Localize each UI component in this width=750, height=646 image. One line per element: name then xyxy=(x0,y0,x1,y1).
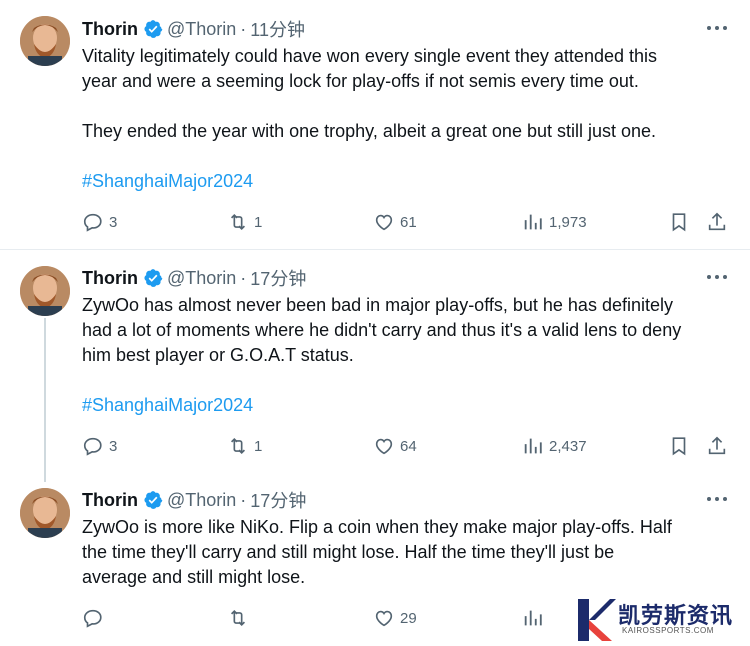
heart-icon xyxy=(375,438,393,455)
more-options-icon[interactable] xyxy=(707,495,729,503)
views-button[interactable]: 2,437 xyxy=(522,434,587,458)
bookmark-icon xyxy=(672,213,686,232)
view-count: 2,437 xyxy=(549,437,587,455)
separator-dot: · xyxy=(240,18,247,39)
verified-badge-icon xyxy=(144,20,163,38)
avatar[interactable] xyxy=(20,16,70,66)
reply-icon xyxy=(83,213,102,232)
display-name[interactable]: Thorin xyxy=(82,19,138,40)
share-button[interactable] xyxy=(706,210,733,234)
action-bar: 3 1 61 1,973 xyxy=(82,210,732,234)
separator-dot: · xyxy=(240,267,247,288)
like-button[interactable]: 64 xyxy=(373,434,417,458)
watermark-subtitle: KAIROSSPORTS.COM xyxy=(622,626,714,635)
reply-button[interactable] xyxy=(82,606,109,630)
avatar[interactable] xyxy=(20,488,70,538)
bookmark-button[interactable] xyxy=(668,434,695,458)
tweet-1[interactable]: Thorin @Thorin · 11分钟 Vitality legitimat… xyxy=(0,0,750,249)
reply-count: 3 xyxy=(109,213,118,231)
like-count: 64 xyxy=(400,437,417,455)
display-name[interactable]: Thorin xyxy=(82,490,138,511)
avatar[interactable] xyxy=(20,266,70,316)
tweet-text: ZywOo has almost never been bad in major… xyxy=(82,295,682,365)
tweet-text: Vitality legitimately could have won eve… xyxy=(82,46,657,141)
verified-badge-icon xyxy=(144,269,163,287)
more-options-icon[interactable] xyxy=(707,24,729,32)
share-icon xyxy=(708,436,726,455)
verified-badge-icon xyxy=(144,491,163,509)
timestamp[interactable]: 17分钟 xyxy=(250,487,306,513)
hashtag-link[interactable]: #ShanghaiMajor2024 xyxy=(82,393,253,418)
analytics-icon xyxy=(524,214,542,230)
like-count: 29 xyxy=(400,609,417,627)
watermark-k-icon xyxy=(578,599,616,641)
retweet-count: 1 xyxy=(254,437,263,455)
share-icon xyxy=(708,212,726,231)
handle[interactable]: @Thorin xyxy=(167,19,236,40)
retweet-icon xyxy=(230,213,246,231)
views-button[interactable]: 1,973 xyxy=(522,210,587,234)
reply-icon xyxy=(83,609,102,628)
retweet-count: 1 xyxy=(254,213,263,231)
tweet-header: Thorin @Thorin · 11分钟 xyxy=(82,17,305,41)
tweet-header: Thorin @Thorin · 17分钟 xyxy=(82,488,306,512)
tweet-2[interactable]: Thorin @Thorin · 17分钟 ZywOo has almost n… xyxy=(0,250,750,472)
like-count: 61 xyxy=(400,213,417,231)
heart-icon xyxy=(375,610,393,627)
tweet-text: ZywOo is more like NiKo. Flip a coin whe… xyxy=(82,517,672,587)
timestamp[interactable]: 17分钟 xyxy=(250,265,306,291)
handle[interactable]: @Thorin xyxy=(167,268,236,289)
reply-count: 3 xyxy=(109,437,118,455)
like-button[interactable]: 29 xyxy=(373,606,417,630)
more-options-icon[interactable] xyxy=(707,273,729,281)
watermark-logo: 凯劳斯资讯 KAIROSSPORTS.COM xyxy=(572,594,750,646)
separator-dot: · xyxy=(240,489,247,510)
retweet-button[interactable] xyxy=(227,606,254,630)
analytics-icon xyxy=(524,610,542,626)
bookmark-button[interactable] xyxy=(668,210,695,234)
hashtag-link[interactable]: #ShanghaiMajor2024 xyxy=(82,169,253,194)
tweet-header: Thorin @Thorin · 17分钟 xyxy=(82,266,306,290)
bookmark-icon xyxy=(672,437,686,456)
avatar-image xyxy=(20,16,70,66)
view-count: 1,973 xyxy=(549,213,587,231)
avatar-image xyxy=(20,488,70,538)
heart-icon xyxy=(375,214,393,231)
timestamp[interactable]: 11分钟 xyxy=(250,16,305,42)
analytics-icon xyxy=(524,438,542,454)
share-button[interactable] xyxy=(706,434,733,458)
retweet-icon xyxy=(230,609,246,627)
retweet-icon xyxy=(230,437,246,455)
retweet-button[interactable]: 1 xyxy=(227,434,262,458)
reply-button[interactable]: 3 xyxy=(82,434,117,458)
display-name[interactable]: Thorin xyxy=(82,268,138,289)
handle[interactable]: @Thorin xyxy=(167,490,236,511)
avatar-image xyxy=(20,266,70,316)
retweet-button[interactable]: 1 xyxy=(227,210,262,234)
views-button[interactable] xyxy=(522,606,549,630)
reply-icon xyxy=(83,437,102,456)
action-bar: 3 1 64 2,437 xyxy=(82,434,732,458)
like-button[interactable]: 61 xyxy=(373,210,417,234)
reply-button[interactable]: 3 xyxy=(82,210,117,234)
